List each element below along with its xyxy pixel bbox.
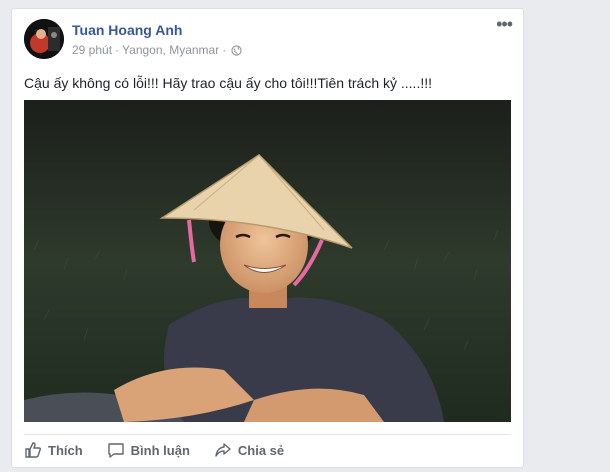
like-button[interactable]: Thích bbox=[24, 441, 83, 459]
meta-separator: · bbox=[115, 43, 120, 57]
author-name[interactable]: Tuan Hoang Anh bbox=[72, 22, 182, 38]
post-actions: Thích Bình luận Chia sẻ bbox=[24, 441, 284, 459]
post-location[interactable]: Yangon, Myanmar bbox=[122, 43, 219, 57]
globe-icon[interactable] bbox=[231, 44, 242, 56]
share-button[interactable]: Chia sẻ bbox=[214, 441, 284, 459]
thumbs-up-icon bbox=[25, 442, 42, 458]
more-options-icon[interactable]: ••• bbox=[496, 15, 513, 33]
share-label: Chia sẻ bbox=[237, 442, 285, 458]
avatar-image bbox=[24, 19, 64, 59]
post-photo[interactable] bbox=[24, 100, 511, 422]
share-arrow-icon bbox=[215, 443, 231, 457]
comment-label: Bình luận bbox=[130, 442, 190, 458]
photo-image bbox=[24, 100, 511, 422]
post-text: Cậu ấy không có lỗi!!! Hãy trao cậu ấy c… bbox=[24, 75, 433, 91]
comment-button[interactable]: Bình luận bbox=[107, 441, 190, 459]
post-meta: 29 phút · Yangon, Myanmar · bbox=[72, 43, 242, 57]
avatar[interactable] bbox=[24, 19, 64, 59]
meta-separator: · bbox=[222, 43, 227, 57]
post-card: Tuan Hoang Anh 29 phút · Yangon, Myanmar… bbox=[11, 8, 524, 468]
post-time[interactable]: 29 phút bbox=[72, 43, 112, 57]
comment-icon bbox=[107, 443, 124, 458]
like-label: Thích bbox=[48, 442, 83, 458]
actions-divider bbox=[24, 434, 511, 435]
